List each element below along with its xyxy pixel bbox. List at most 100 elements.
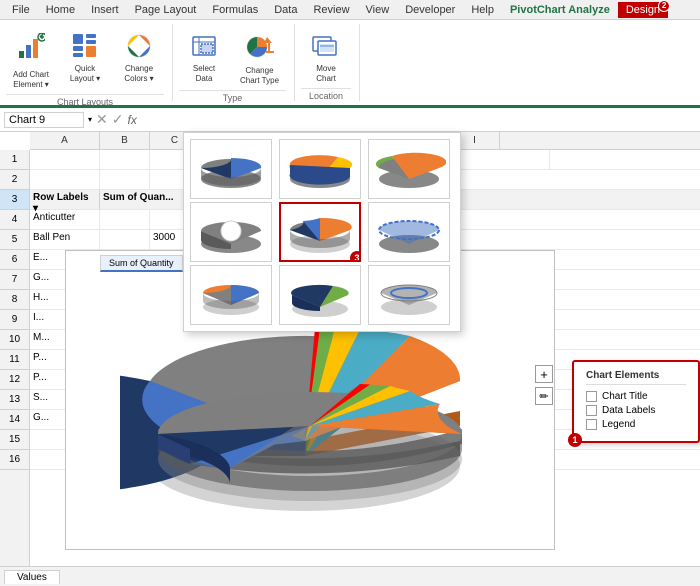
- change-chart-type-icon: [245, 33, 275, 64]
- chart-title-checkbox[interactable]: [586, 391, 597, 402]
- move-chart-button[interactable]: MoveChart: [301, 28, 351, 88]
- quick-layout-icon: [72, 33, 98, 62]
- ribbon: Add ChartElement ▾ QuickLayout ▾: [0, 20, 700, 108]
- chart-thumb-9[interactable]: [368, 265, 450, 325]
- menu-view[interactable]: View: [358, 2, 398, 18]
- tab-sum-quantity[interactable]: Sum of Quantity: [100, 255, 183, 272]
- chart-title-label: Chart Title: [602, 391, 648, 402]
- data-labels-checkbox[interactable]: [586, 405, 597, 416]
- col-header-a[interactable]: A: [30, 132, 100, 149]
- menu-formulas[interactable]: Formulas: [204, 2, 266, 18]
- chart-thumb-3[interactable]: [368, 139, 450, 199]
- select-data-label: SelectData: [193, 64, 215, 83]
- chart-thumbnails-grid: 3: [190, 139, 454, 325]
- row-header-7[interactable]: 7: [0, 270, 29, 290]
- chart-layouts-label: Chart Layouts: [6, 94, 164, 107]
- legend-label: Legend: [602, 419, 635, 430]
- name-box[interactable]: [4, 112, 84, 128]
- select-data-icon: [191, 33, 217, 62]
- chart-type-badge: 3: [350, 251, 361, 262]
- chart-thumb-1[interactable]: [190, 139, 272, 199]
- menu-pivotchart-analyze[interactable]: PivotChart Analyze: [502, 2, 618, 18]
- row-header-8[interactable]: 8: [0, 290, 29, 310]
- chart-thumb-2[interactable]: [279, 139, 361, 199]
- select-data-button[interactable]: SelectData: [179, 28, 229, 88]
- row-header-15[interactable]: 15: [0, 430, 29, 450]
- row-header-12[interactable]: 12: [0, 370, 29, 390]
- move-chart-label: MoveChart: [316, 64, 336, 83]
- sheet-tabs-bar: Values: [0, 566, 700, 586]
- legend-checkbox[interactable]: [586, 419, 597, 430]
- data-labels-item[interactable]: Data Labels: [586, 405, 686, 416]
- row-header-1[interactable]: 1: [0, 150, 29, 170]
- chart-layouts-group: Add ChartElement ▾ QuickLayout ▾: [6, 24, 173, 101]
- menu-design[interactable]: Design 2: [618, 2, 668, 18]
- cell-row-labels[interactable]: Row Labels ▾: [30, 190, 100, 209]
- add-chart-icon: [17, 33, 45, 68]
- chart-elements-plus-button[interactable]: +: [535, 365, 553, 383]
- move-chart-icon: [312, 33, 340, 62]
- formula-input[interactable]: [141, 110, 696, 130]
- chart-thumb-5-selected[interactable]: 3: [279, 202, 361, 262]
- chart-thumb-8[interactable]: [279, 265, 361, 325]
- quick-layout-label: QuickLayout ▾: [70, 64, 100, 83]
- row-header-6[interactable]: 6: [0, 250, 29, 270]
- cell-b1[interactable]: [100, 150, 150, 169]
- sheet-tab-values[interactable]: Values: [4, 570, 60, 584]
- confirm-icon[interactable]: ✓: [112, 111, 124, 128]
- cancel-icon[interactable]: ✕: [96, 111, 108, 128]
- menu-help[interactable]: Help: [463, 2, 502, 18]
- row-headers: 1 2 3 4 5 6 7 8 9 10 11 12 13 14 15 16: [0, 150, 30, 584]
- design-badge: 2: [658, 0, 670, 12]
- type-group: SelectData ChangeChart Type Type: [179, 24, 295, 101]
- chart-title-item[interactable]: Chart Title: [586, 391, 686, 402]
- main-content: A B C D E F G H I 1 2 3 4 5 6 7 8 9 10 1…: [0, 132, 700, 584]
- name-box-dropdown[interactable]: ▾: [88, 115, 92, 124]
- row-header-9[interactable]: 9: [0, 310, 29, 330]
- location-group: MoveChart Location: [301, 24, 360, 101]
- row-header-5[interactable]: 5: [0, 230, 29, 250]
- menu-page-layout[interactable]: Page Layout: [127, 2, 205, 18]
- menu-bar: File Home Insert Page Layout Formulas Da…: [0, 0, 700, 20]
- chart-elements-badge: 1: [568, 433, 582, 447]
- row-header-2[interactable]: 2: [0, 170, 29, 190]
- location-label: Location: [301, 88, 351, 101]
- fx-label: fx: [127, 113, 136, 127]
- cell-anticutter[interactable]: Anticutter: [30, 210, 100, 229]
- add-chart-element-button[interactable]: Add ChartElement ▾: [6, 28, 56, 94]
- row-header-14[interactable]: 14: [0, 410, 29, 430]
- type-label: Type: [179, 90, 286, 103]
- row-header-3[interactable]: 3: [0, 190, 29, 210]
- chart-thumb-7[interactable]: [190, 265, 272, 325]
- row-header-4[interactable]: 4: [0, 210, 29, 230]
- menu-review[interactable]: Review: [305, 2, 357, 18]
- change-colors-label: ChangeColors ▾: [124, 64, 153, 83]
- data-labels-label: Data Labels: [602, 405, 655, 416]
- formula-bar: ▾ ✕ ✓ fx: [0, 108, 700, 132]
- row-header-13[interactable]: 13: [0, 390, 29, 410]
- chart-elements-title: Chart Elements: [586, 370, 686, 385]
- col-header-b[interactable]: B: [100, 132, 150, 149]
- chart-thumb-4[interactable]: [190, 202, 272, 262]
- change-chart-type-button[interactable]: ChangeChart Type: [233, 28, 286, 90]
- row-header-11[interactable]: 11: [0, 350, 29, 370]
- menu-data[interactable]: Data: [266, 2, 305, 18]
- cell-ball-pen[interactable]: Ball Pen: [30, 230, 100, 249]
- change-colors-icon: [126, 33, 152, 62]
- menu-insert[interactable]: Insert: [83, 2, 127, 18]
- add-chart-label: Add ChartElement ▾: [13, 70, 49, 89]
- change-chart-type-label: ChangeChart Type: [240, 66, 279, 85]
- chart-elements-panel: Chart Elements Chart Title Data Labels L…: [572, 360, 700, 443]
- chart-type-dropdown: 3: [183, 132, 461, 332]
- chart-pencil-button[interactable]: ✏: [535, 387, 553, 405]
- legend-item[interactable]: Legend: [586, 419, 686, 430]
- menu-file[interactable]: File: [4, 2, 38, 18]
- quick-layout-button[interactable]: QuickLayout ▾: [60, 28, 110, 88]
- menu-home[interactable]: Home: [38, 2, 83, 18]
- change-colors-button[interactable]: ChangeColors ▾: [114, 28, 164, 88]
- cell-a1[interactable]: [30, 150, 100, 169]
- row-header-16[interactable]: 16: [0, 450, 29, 470]
- row-header-10[interactable]: 10: [0, 330, 29, 350]
- menu-developer[interactable]: Developer: [397, 2, 463, 18]
- chart-thumb-6[interactable]: [368, 202, 450, 262]
